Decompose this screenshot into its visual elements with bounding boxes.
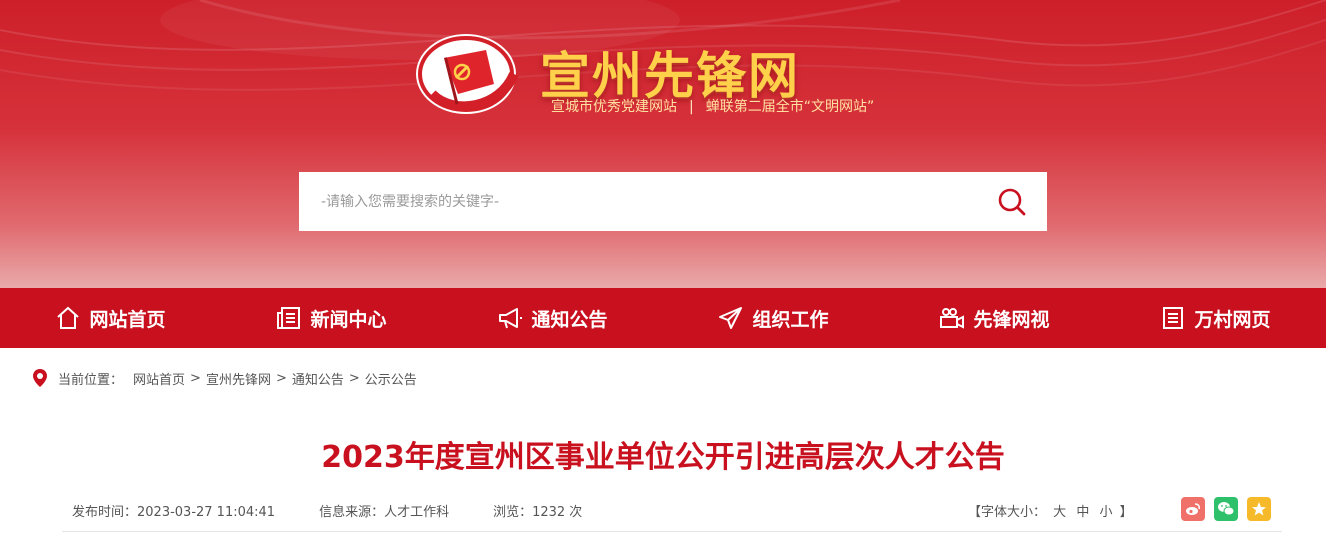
header-banner: 宣州先锋网 宣城市优秀党建网站 | 蝉联第二届全市“文明网站” [0,0,1326,288]
nav-item-label: 新闻中心 [310,308,387,331]
font-size-selector: 【字体大小： 大 中 小 】 [968,501,1133,520]
breadcrumb-separator: > [275,370,287,386]
weibo-icon [1186,503,1200,515]
breadcrumb-link-notices[interactable]: 通知公告 [292,369,344,388]
share-weibo-button[interactable] [1181,497,1205,521]
nav-item-news[interactable]: 新闻中心 [221,288,442,348]
tagline-left: 宣城市优秀党建网站 [551,99,677,115]
breadcrumb-separator: > [190,370,201,386]
info-source: 信息来源：人才工作科 [319,505,450,520]
video-camera-icon [939,305,965,331]
site-tagline: 宣城市优秀党建网站 | 蝉联第二届全市“文明网站” [551,96,874,116]
search-input[interactable] [299,172,977,231]
paper-plane-icon [718,305,744,331]
publish-time: 发布时间：2023-03-27 11:04:41 [72,505,276,520]
document-list-icon [1160,305,1186,331]
wechat-icon [1218,502,1235,516]
favorite-star-icon [1252,502,1266,516]
share-favorite-button[interactable] [1247,497,1271,521]
tagline-separator: | [689,99,694,115]
breadcrumb: 当前位置： 网站首页 > 宣州先锋网 > 通知公告 > 公示公告 [32,368,417,388]
site-logo[interactable] [414,28,524,120]
news-icon [276,305,302,331]
breadcrumb-label: 当前位置： [58,372,124,388]
font-size-small-button[interactable]: 小 [1099,505,1112,520]
search-box [299,172,1047,231]
view-count: 浏览：1232 次 [493,505,583,520]
nav-item-label: 万村网页 [1194,308,1271,331]
font-size-label: 【字体大小： [968,505,1047,520]
font-size-large-button[interactable]: 大 [1053,505,1066,520]
breadcrumb-separator: > [348,370,360,386]
nav-item-label: 组织工作 [752,308,829,331]
megaphone-icon [497,305,523,331]
meta-divider [62,531,1282,532]
location-pin-icon [32,368,48,388]
nav-item-home[interactable]: 网站首页 [0,288,221,348]
breadcrumb-link-announcements[interactable]: 公示公告 [365,369,417,388]
share-buttons [1181,497,1280,521]
nav-item-notices[interactable]: 通知公告 [442,288,663,348]
search-button[interactable] [977,172,1047,231]
nav-item-label: 网站首页 [89,308,166,331]
breadcrumb-link-home[interactable]: 网站首页 [133,369,185,388]
home-icon [55,305,81,331]
nav-item-label: 通知公告 [531,308,608,331]
share-wechat-button[interactable] [1214,497,1238,521]
main-nav: 网站首页 新闻中心 通知公告 组织工作 先锋网视 万村网页 [0,288,1326,348]
article-meta: 发布时间：2023-03-27 11:04:41 信息来源：人才工作科 浏览：1… [72,501,626,520]
nav-item-villages[interactable]: 万村网页 [1105,288,1326,348]
nav-item-video[interactable]: 先锋网视 [884,288,1105,348]
tagline-right: 蝉联第二届全市“文明网站” [705,99,875,115]
article-title: 2023年度宣州区事业单位公开引进高层次人才公告 [321,440,1005,475]
search-icon [998,188,1026,215]
nav-item-organization[interactable]: 组织工作 [663,288,884,348]
font-size-close: 】 [1119,505,1133,520]
nav-item-label: 先锋网视 [973,308,1050,331]
font-size-medium-button[interactable]: 中 [1076,505,1089,520]
breadcrumb-link-site[interactable]: 宣州先锋网 [206,369,271,388]
